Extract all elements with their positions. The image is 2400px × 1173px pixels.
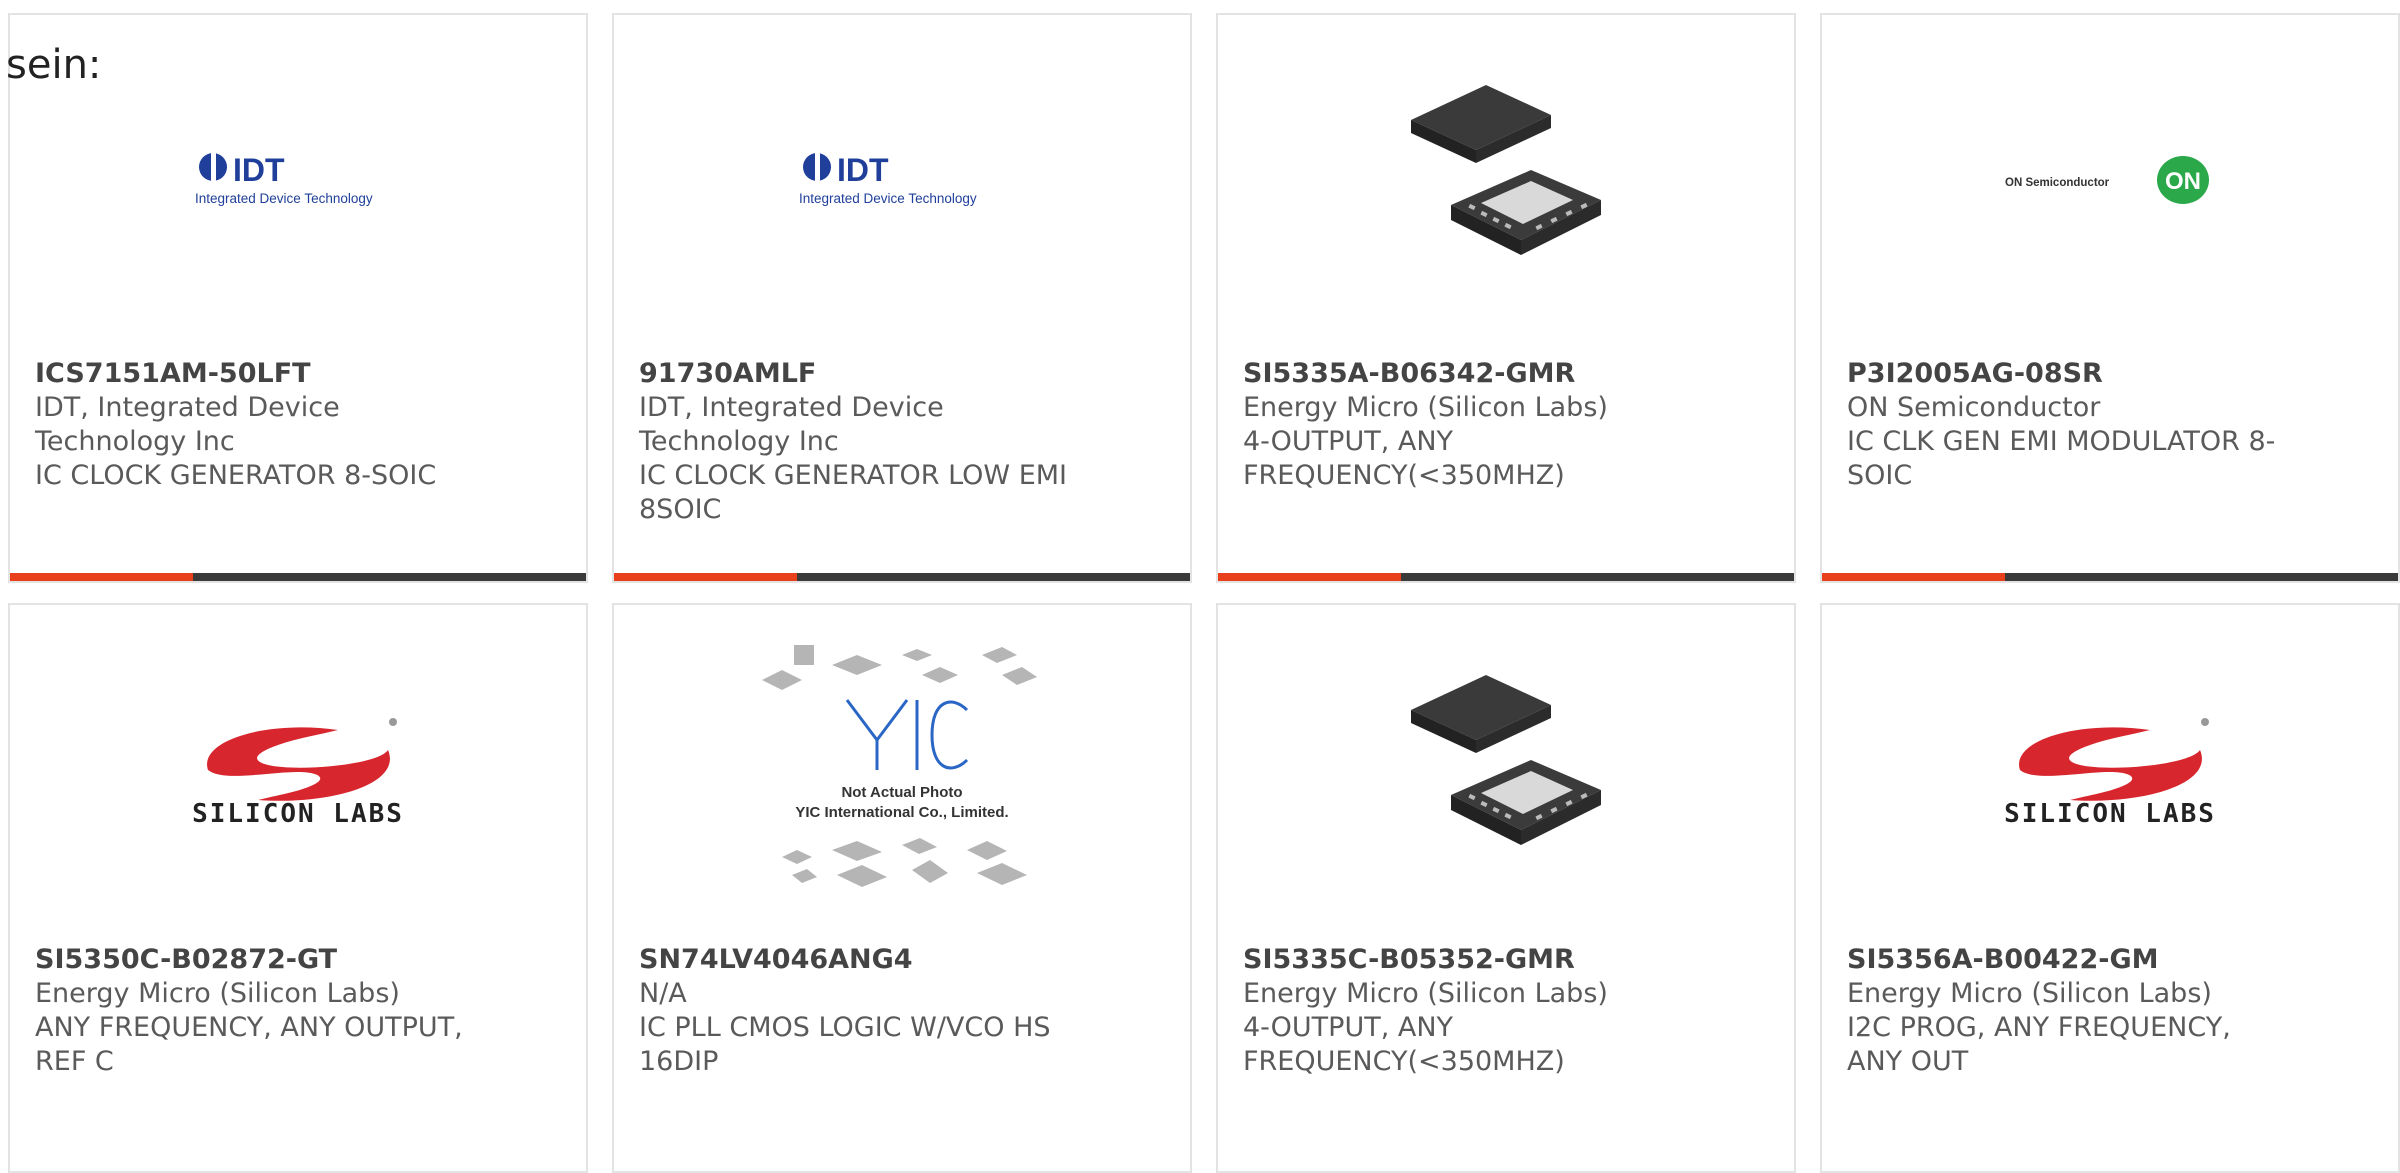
description: IC CLK GEN EMI MODULATOR 8-SOIC <box>1847 426 2276 491</box>
product-photo <box>1218 645 1794 895</box>
product-info: SI5356A-B00422-GM Energy Micro (Silicon … <box>1847 943 2287 1079</box>
silicon-labs-logo-icon: SILICON LABS <box>192 718 404 829</box>
intro-text: sein: <box>6 42 102 88</box>
description: IC CLOCK GENERATOR 8-SOIC <box>35 460 437 491</box>
product-photo <box>1218 55 1794 305</box>
product-card[interactable]: SI5335A-B06342-GMR Energy Micro (Silicon… <box>1216 13 1796 583</box>
description: IC PLL CMOS LOGIC W/VCO HS 16DIP <box>639 1012 1051 1077</box>
manufacturer: N/A <box>639 978 687 1009</box>
product-info: SN74LV4046ANG4 N/A IC PLL CMOS LOGIC W/V… <box>639 943 1079 1079</box>
silicon-labs-logo-icon: SILICON LABS <box>2004 718 2216 829</box>
description: ANY FREQUENCY, ANY OUTPUT, REF C <box>35 1012 463 1077</box>
idt-logo-tagline: Integrated Device Technology <box>195 191 373 206</box>
description: 4-OUTPUT, ANY FREQUENCY(<350MHZ) <box>1243 1012 1565 1077</box>
qfn-chip-icon <box>1411 675 1601 845</box>
manufacturer-logo: IDT Integrated Device Technology <box>614 55 1190 305</box>
part-number[interactable]: ICS7151AM-50LFT <box>35 357 475 391</box>
manufacturer: IDT, Integrated Device Technology Inc <box>639 392 944 457</box>
product-card[interactable]: SILICON LABS SI5356A-B00422-GM Energy Mi… <box>1820 603 2400 1173</box>
on-logo-mark: ON <box>2165 168 2201 195</box>
card-accent <box>10 573 193 581</box>
card-bottom-bar <box>1218 573 1794 581</box>
part-number[interactable]: SI5350C-B02872-GT <box>35 943 475 977</box>
on-logo-name: ON Semiconductor <box>2005 177 2110 189</box>
card-accent <box>614 573 797 581</box>
idt-logo-name: IDT <box>233 152 285 188</box>
product-info: SI5335A-B06342-GMR Energy Micro (Silicon… <box>1243 357 1683 493</box>
part-number[interactable]: SI5335A-B06342-GMR <box>1243 357 1683 391</box>
manufacturer-logo: SILICON LABS <box>1822 645 2398 895</box>
yic-line-1: Not Actual Photo <box>841 784 962 801</box>
part-number[interactable]: SI5335C-B05352-GMR <box>1243 943 1683 977</box>
manufacturer: Energy Micro (Silicon Labs) <box>1847 978 2212 1009</box>
manufacturer: IDT, Integrated Device Technology Inc <box>35 392 340 457</box>
product-card[interactable]: IDT Integrated Device Technology 91730AM… <box>612 13 1192 583</box>
idt-logo-tagline: Integrated Device Technology <box>799 191 977 206</box>
product-card[interactable]: ON Semiconductor ON P3I2005AG-08SR ON Se… <box>1820 13 2400 583</box>
yic-line-2: YIC International Co., Limited. <box>795 804 1008 821</box>
idt-logo-name: IDT <box>837 152 889 188</box>
card-bottom-bar <box>614 573 1190 581</box>
card-bottom-bar <box>1822 573 2398 581</box>
manufacturer-logo: IDT Integrated Device Technology <box>10 55 586 305</box>
product-info: ICS7151AM-50LFT IDT, Integrated Device T… <box>35 357 475 493</box>
card-accent <box>1822 573 2005 581</box>
description: IC CLOCK GENERATOR LOW EMI 8SOIC <box>639 460 1068 525</box>
part-number[interactable]: P3I2005AG-08SR <box>1847 357 2287 391</box>
qfn-chip-icon <box>1411 85 1601 255</box>
card-accent <box>1218 573 1401 581</box>
product-info: SI5350C-B02872-GT Energy Micro (Silicon … <box>35 943 475 1079</box>
description: I2C PROG, ANY FREQUENCY, ANY OUT <box>1847 1012 2231 1077</box>
manufacturer: Energy Micro (Silicon Labs) <box>1243 978 1608 1009</box>
manufacturer-logo: SILICON LABS <box>10 645 586 895</box>
product-card[interactable]: IDT Integrated Device Technology ICS7151… <box>8 13 588 583</box>
yic-placeholder-icon: Not Actual Photo YIC International Co., … <box>762 645 1037 887</box>
part-number[interactable]: SI5356A-B00422-GM <box>1847 943 2287 977</box>
product-card[interactable]: Not Actual Photo YIC International Co., … <box>612 603 1192 1173</box>
manufacturer: Energy Micro (Silicon Labs) <box>35 978 400 1009</box>
product-info: 91730AMLF IDT, Integrated Device Technol… <box>639 357 1079 527</box>
silicon-labs-logo-text: SILICON LABS <box>192 799 404 829</box>
product-photo: Not Actual Photo YIC International Co., … <box>614 645 1190 895</box>
card-bottom-bar <box>10 573 586 581</box>
part-number[interactable]: SN74LV4046ANG4 <box>639 943 1079 977</box>
part-number[interactable]: 91730AMLF <box>639 357 1079 391</box>
manufacturer-logo: ON Semiconductor ON <box>1822 55 2398 305</box>
product-info: P3I2005AG-08SR ON Semiconductor IC CLK G… <box>1847 357 2287 493</box>
manufacturer: ON Semiconductor <box>1847 392 2101 423</box>
idt-logo-icon: IDT Integrated Device Technology <box>195 152 373 206</box>
description: 4-OUTPUT, ANY FREQUENCY(<350MHZ) <box>1243 426 1565 491</box>
on-semiconductor-logo-icon: ON Semiconductor ON <box>2005 156 2209 204</box>
product-card[interactable]: SI5335C-B05352-GMR Energy Micro (Silicon… <box>1216 603 1796 1173</box>
manufacturer: Energy Micro (Silicon Labs) <box>1243 392 1608 423</box>
product-info: SI5335C-B05352-GMR Energy Micro (Silicon… <box>1243 943 1683 1079</box>
product-card[interactable]: SILICON LABS SI5350C-B02872-GT Energy Mi… <box>8 603 588 1173</box>
idt-logo-icon: IDT Integrated Device Technology <box>799 152 977 206</box>
silicon-labs-logo-text: SILICON LABS <box>2004 799 2216 829</box>
